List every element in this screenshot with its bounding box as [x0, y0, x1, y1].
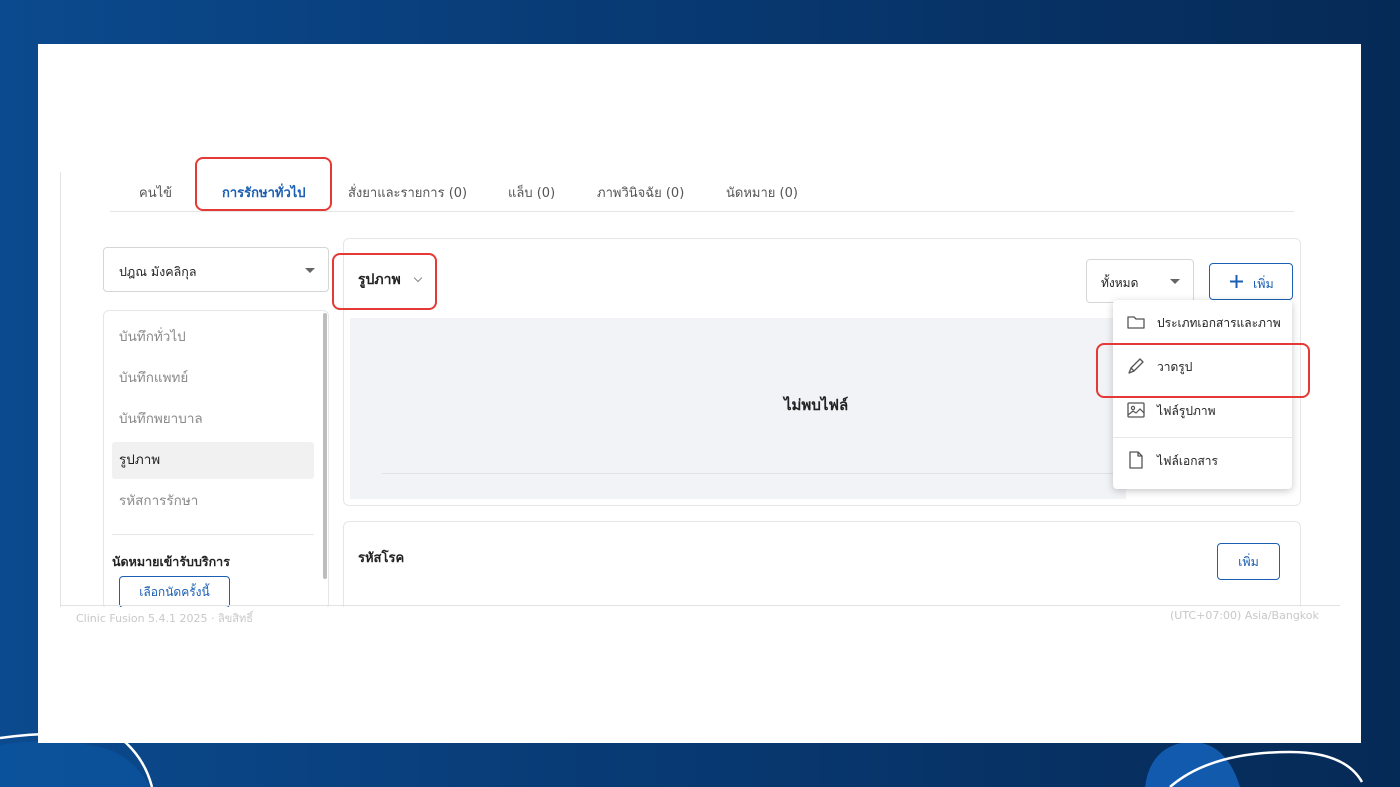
highlight-draw-menu-item — [1096, 343, 1310, 398]
tab-orders[interactable]: สั่งยาและรายการ (0) — [348, 182, 467, 203]
list-scrollbar[interactable] — [323, 313, 327, 579]
diagnosis-code-card: รหัสโรค เพิ่ม — [343, 521, 1301, 607]
file-icon — [1129, 451, 1143, 469]
caret-down-icon — [1170, 279, 1180, 284]
menu-item-label: ประเภทเอกสารและภาพ — [1157, 316, 1281, 330]
tab-appointments[interactable]: นัดหมาย (0) — [726, 182, 798, 203]
divider — [112, 534, 314, 535]
list-item-images[interactable]: รูปภาพ — [112, 442, 314, 479]
select-appointment-button[interactable]: เลือกนัดครั้งนี้ — [119, 576, 230, 607]
add-file-button[interactable]: เพิ่ม — [1209, 263, 1293, 300]
plus-icon — [1230, 275, 1243, 288]
footer-timezone: (UTC+07:00) Asia/Bangkok — [1170, 609, 1319, 622]
left-border — [60, 172, 61, 607]
list-item-treatment-code[interactable]: รหัสการรักษา — [112, 483, 314, 520]
menu-item-label: ไฟล์รูปภาพ — [1157, 404, 1216, 418]
list-item-doctor-note[interactable]: บันทึกแพทย์ — [112, 360, 314, 397]
add-file-label: เพิ่ม — [1253, 276, 1274, 291]
doctor-select-value: ปฎณ มังคลิกุล — [119, 264, 197, 279]
highlight-section-dropdown — [332, 253, 437, 310]
menu-item-document-type[interactable]: ประเภทเอกสารและภาพ — [1113, 300, 1292, 344]
caret-down-icon — [305, 268, 315, 273]
screenshot-frame: คนไข้ การรักษาทั่วไป สั่งยาและรายการ (0)… — [38, 44, 1361, 743]
doctor-select[interactable]: ปฎณ มังคลิกุล — [103, 247, 329, 292]
file-list-empty-state: ไม่พบไฟล์ — [350, 318, 1126, 499]
tab-imaging[interactable]: ภาพวินิจฉัย (0) — [597, 182, 684, 203]
menu-item-document-file[interactable]: ไฟล์เอกสาร — [1113, 438, 1292, 482]
footer-divider — [60, 605, 1340, 606]
tab-lab[interactable]: แล็บ (0) — [508, 182, 555, 203]
image-icon — [1127, 402, 1145, 418]
record-type-list: บันทึกทั่วไป บันทึกแพทย์ บันทึกพยาบาล รู… — [103, 310, 329, 607]
highlight-general-treatment-tab — [195, 157, 332, 211]
divider — [382, 473, 1126, 474]
empty-message: ไม่พบไฟล์ — [784, 396, 849, 414]
tab-patient[interactable]: คนไข้ — [139, 182, 172, 203]
file-filter-value: ทั้งหมด — [1101, 276, 1139, 290]
file-filter-select[interactable]: ทั้งหมด — [1086, 259, 1194, 303]
appointment-section-title: นัดหมายเข้ารับบริการ — [112, 554, 230, 569]
list-item-general-note[interactable]: บันทึกทั่วไป — [112, 319, 314, 356]
footer-version: Clinic Fusion 5.4.1 2025 · ลิขสิทธิ์ — [76, 612, 253, 625]
add-diagnosis-button[interactable]: เพิ่ม — [1217, 543, 1280, 580]
folder-icon — [1127, 316, 1145, 329]
list-item-nurse-note[interactable]: บันทึกพยาบาล — [112, 401, 314, 438]
diagnosis-section-title: รหัสโรค — [358, 551, 405, 566]
menu-item-label: ไฟล์เอกสาร — [1157, 454, 1218, 468]
